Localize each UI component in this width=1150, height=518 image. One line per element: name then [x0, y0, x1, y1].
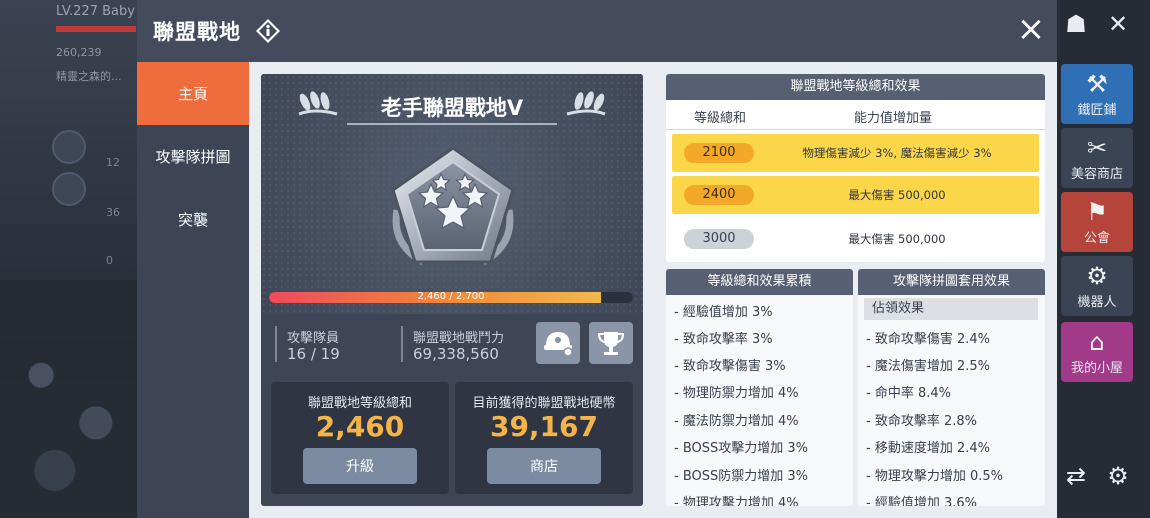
level-sum-value: 2,460 — [315, 410, 405, 443]
list-item: - 移動速度增加 2.4% — [866, 441, 990, 456]
effect-text: 最大傷害 500,000 — [848, 188, 946, 202]
level-pill: 3000 — [684, 229, 754, 249]
silver-star-medal-icon — [391, 146, 515, 266]
league-stats: 攻擊隊員 16 / 19 聯盟戰地戰鬥力 69,338,560 — [261, 314, 643, 374]
side-button-label: 公會 — [1083, 231, 1110, 246]
list-item: - 經驗值增加 3% — [674, 305, 773, 320]
table-row: 2400 最大傷害 500,000 — [672, 176, 1039, 214]
swap-icon[interactable]: ⇄ — [1060, 460, 1092, 492]
side-button-beauty-shop[interactable]: ✂ 美容商店 — [1061, 128, 1133, 188]
team-cap-icon — [544, 332, 573, 357]
list-item: - 物理攻擊力增加 0.5% — [866, 469, 1003, 484]
table-row: 3000 最大傷害 500,000 — [672, 220, 1039, 258]
side-button-robot[interactable]: ⚙ 機器人 — [1061, 256, 1133, 316]
list-item: - 致命攻擊率 2.8% — [866, 414, 977, 429]
side-button-label: 美容商店 — [1070, 167, 1123, 182]
table-header: 等級總和 能力值增加量 — [666, 100, 1045, 130]
title-underline — [347, 123, 557, 125]
progress-text: 2,460 / 2,700 — [417, 292, 485, 302]
occupation-effect-header: 佔領效果 — [864, 298, 1038, 320]
members-label: 攻擊隊員 — [287, 331, 340, 346]
side-button-blacksmith[interactable]: ⚒ 鐵匠鋪 — [1061, 64, 1133, 124]
union-battlefield-modal: 聯盟戰地 × 主頁 攻擊隊拼圖 突襲 老手聯盟戰地V 2,460 / 2,700… — [137, 0, 1057, 518]
power-value: 69,338,560 — [413, 345, 499, 363]
list-item: - BOSS攻擊力增加 3% — [674, 441, 809, 456]
scenery — [0, 280, 137, 518]
list-item: - 致命攻擊傷害 2.4% — [866, 332, 990, 347]
level-effect-table: 聯盟戰地等級總和效果 等級總和 能力值增加量 2100 物理傷害減少 3%, 魔… — [666, 74, 1045, 262]
hud-skill-icon[interactable] — [52, 172, 86, 206]
puzzle-effects-panel: 攻擊隊拼圖套用效果 佔領效果 - 致命攻擊傷害 2.4% - 魔法傷害增加 2.… — [858, 269, 1045, 506]
level-sum-card: 聯盟戰地等級總和 2,460 升級 — [271, 382, 449, 494]
level-effect-title: 聯盟戰地等級總和效果 — [666, 74, 1045, 100]
shop-button[interactable]: 商店 — [487, 448, 601, 484]
list-item: - 命中率 8.4% — [866, 386, 951, 401]
divider — [275, 326, 277, 362]
effect-text: 物理傷害減少 3%, 魔法傷害減少 3% — [802, 146, 992, 160]
tab-attack-puzzle[interactable]: 攻擊隊拼圖 — [137, 125, 249, 188]
main-content: 老手聯盟戰地V 2,460 / 2,700 攻擊隊員 16 / 19 聯盟戰地戰… — [249, 62, 1057, 518]
divider — [401, 326, 403, 362]
comb-scissors-icon: ✂ — [1086, 134, 1108, 162]
list-item: - 物理攻擊力增加 4% — [674, 496, 799, 506]
list-item: - 魔法防禦力增加 4% — [674, 414, 799, 429]
side-button-label: 我的小屋 — [1070, 361, 1123, 376]
hud-coords: 260,239 — [56, 46, 102, 59]
list-item: - BOSS防禦力增加 3% — [674, 469, 809, 484]
coin-value: 39,167 — [489, 410, 599, 443]
close-icon[interactable]: ✕ — [1102, 8, 1134, 40]
modal-header: 聯盟戰地 × — [137, 0, 1057, 62]
info-icon[interactable] — [255, 18, 281, 44]
table-row: 2100 物理傷害減少 3%, 魔法傷害減少 3% — [672, 134, 1039, 172]
hud-count: 36 — [106, 206, 120, 219]
hud-count: 12 — [106, 156, 120, 169]
attack-team-button[interactable] — [536, 322, 580, 364]
tab-home[interactable]: 主頁 — [137, 62, 249, 125]
hp-bar — [56, 26, 136, 32]
level-pill: 2100 — [684, 143, 754, 163]
hud-skill-icon[interactable] — [52, 130, 86, 164]
accumulated-effects-title: 等級總和效果累積 — [666, 269, 853, 295]
close-button[interactable]: × — [1015, 12, 1047, 46]
list-item: - 魔法傷害增加 2.5% — [866, 359, 990, 374]
league-panel: 老手聯盟戰地V 2,460 / 2,700 攻擊隊員 16 / 19 聯盟戰地戰… — [261, 74, 643, 506]
left-hud: LV.227 Baby 260,239 精靈之森的... 12 36 0 — [0, 0, 137, 518]
puzzle-effects-title: 攻擊隊拼圖套用效果 — [858, 269, 1045, 295]
side-button-guild[interactable]: ⚑ 公會 — [1061, 192, 1133, 252]
guild-banner-icon: ⚑ — [1086, 198, 1108, 226]
upgrade-button[interactable]: 升級 — [303, 448, 417, 484]
league-rank-title: 老手聯盟戰地V — [380, 96, 524, 120]
modal-title: 聯盟戰地 — [153, 20, 241, 44]
player-level-text: LV.227 Baby — [56, 4, 135, 19]
ranking-trophy-button[interactable] — [589, 322, 633, 364]
side-button-my-house[interactable]: ⌂ 我的小屋 — [1061, 322, 1133, 382]
hud-map-name: 精靈之森的... — [56, 70, 122, 83]
side-button-label: 鐵匠鋪 — [1077, 103, 1117, 118]
level-pill: 2400 — [684, 185, 754, 205]
trophy-icon — [597, 332, 625, 355]
accumulated-effects-panel: 等級總和效果累積 - 經驗值增加 3% - 致命攻擊率 3% - 致命攻擊傷害 … — [666, 269, 853, 506]
power-label: 聯盟戰地戰鬥力 — [413, 331, 505, 346]
members-value: 16 / 19 — [287, 345, 340, 363]
anvil-icon: ⚒ — [1086, 70, 1108, 98]
settings-gear-icon[interactable]: ⚙ — [1102, 460, 1134, 492]
character-icon[interactable]: ☗ — [1060, 8, 1092, 40]
coin-label: 目前獲得的聯盟戰地硬幣 — [472, 396, 616, 411]
level-sum-label: 聯盟戰地等級總和 — [307, 396, 412, 411]
list-item: - 致命攻擊傷害 3% — [674, 359, 786, 374]
col-level-sum: 等級總和 — [694, 111, 747, 126]
list-item: - 致命攻擊率 3% — [674, 332, 773, 347]
coin-card: 目前獲得的聯盟戰地硬幣 39,167 商店 — [455, 382, 633, 494]
list-item: - 物理防禦力增加 4% — [674, 386, 799, 401]
side-nav: 主頁 攻擊隊拼圖 突襲 — [137, 62, 249, 518]
league-progress-bar: 2,460 / 2,700 — [269, 292, 633, 303]
list-item: - 經驗值增加 3.6% — [866, 496, 977, 506]
effect-text: 最大傷害 500,000 — [848, 232, 946, 246]
robot-icon: ⚙ — [1086, 262, 1108, 290]
col-stat-increase: 能力值增加量 — [854, 111, 933, 126]
tab-raid[interactable]: 突襲 — [137, 188, 249, 251]
side-button-label: 機器人 — [1077, 295, 1117, 310]
house-mushroom-icon: ⌂ — [1089, 328, 1105, 356]
hud-count: 0 — [106, 254, 113, 267]
